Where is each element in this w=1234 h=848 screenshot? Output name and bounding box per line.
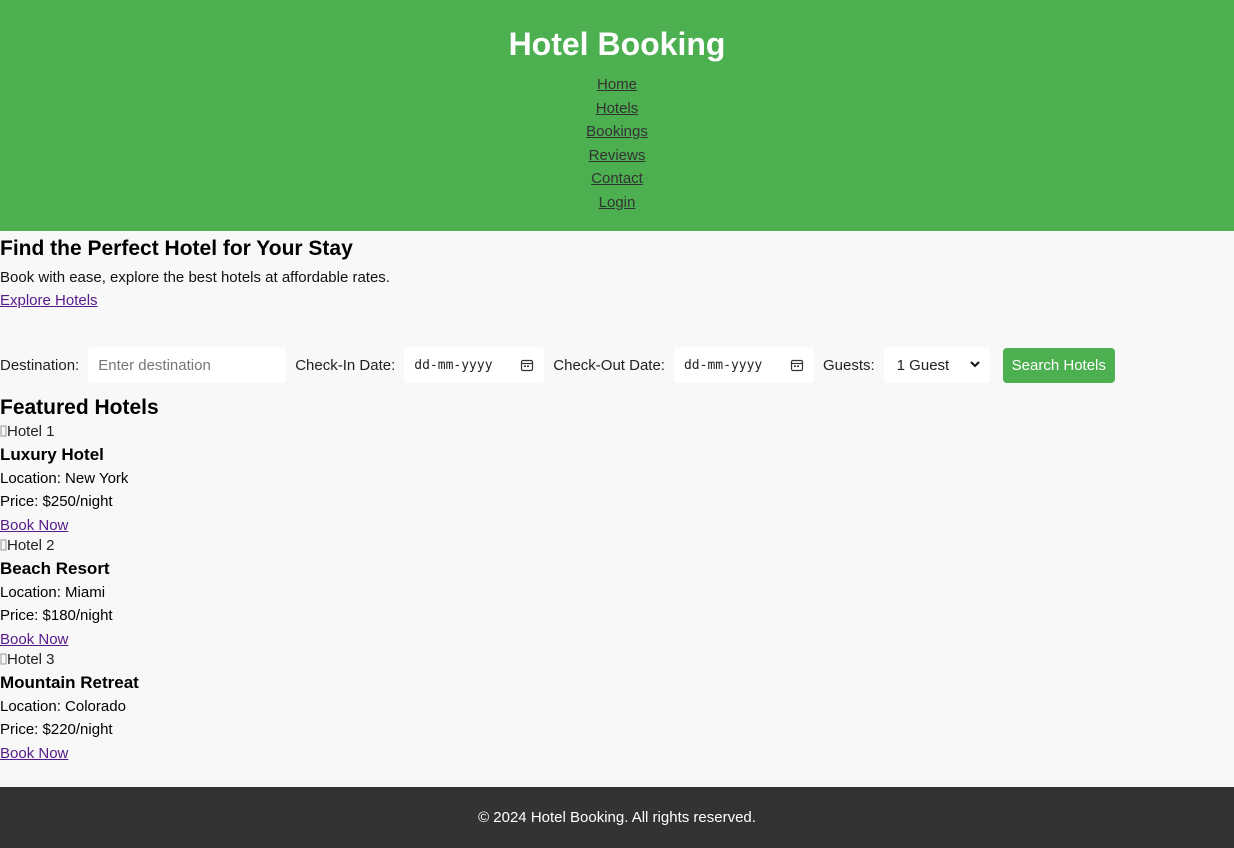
- calendar-icon[interactable]: [790, 358, 804, 372]
- hotel-location: Location: Colorado: [0, 698, 126, 715]
- site-footer: © 2024 Hotel Booking. All rights reserve…: [0, 787, 1234, 848]
- main-nav: Home Hotels Bookings Reviews Contact Log…: [0, 73, 1234, 214]
- checkout-date-input[interactable]: dd-mm-yyyy: [673, 347, 814, 383]
- hotel-image-alt: Hotel 2: [7, 536, 55, 554]
- checkin-date-input[interactable]: dd-mm-yyyy: [404, 347, 545, 383]
- checkin-label: Check-In Date:: [295, 356, 396, 374]
- hotel-location: Location: Miami: [0, 584, 106, 601]
- featured-hotels-section: Featured Hotels Hotel 1 Luxury Hotel Loc…: [0, 395, 1234, 762]
- hotel-location: Location: New York: [0, 470, 129, 487]
- guests-select[interactable]: 1 Guest: [883, 347, 990, 383]
- hero-heading: Find the Perfect Hotel for Your Stay: [0, 237, 353, 260]
- footer-copyright: © 2024 Hotel Booking. All rights reserve…: [478, 809, 756, 826]
- search-form: Destination: Check-In Date: dd-mm-yyyy C…: [0, 347, 1234, 383]
- book-now-link[interactable]: Book Now: [0, 517, 1234, 534]
- broken-image-icon: [0, 651, 7, 667]
- hotel-name: Luxury Hotel: [0, 445, 104, 464]
- nav-link-bookings[interactable]: Bookings: [0, 120, 1234, 144]
- destination-input[interactable]: [88, 347, 287, 383]
- hotel-price: Price: $180/night: [0, 607, 113, 624]
- checkout-label: Check-Out Date:: [553, 356, 665, 374]
- hotel-card: Hotel 3 Mountain Retreat Location: Color…: [0, 648, 1234, 763]
- nav-link-login[interactable]: Login: [0, 191, 1234, 215]
- nav-link-home[interactable]: Home: [0, 73, 1234, 97]
- hotel-price: Price: $250/night: [0, 493, 113, 510]
- hotel-price: Price: $220/night: [0, 721, 113, 738]
- featured-heading: Featured Hotels: [0, 396, 159, 419]
- checkout-date-value: dd-mm-yyyy: [683, 357, 763, 373]
- hotel-card: Hotel 1 Luxury Hotel Location: New York …: [0, 420, 1234, 535]
- site-header: Hotel Booking Home Hotels Bookings Revie…: [0, 0, 1234, 231]
- hotel-image-alt: Hotel 3: [7, 650, 55, 668]
- guests-label: Guests:: [822, 356, 875, 374]
- hero-section: Find the Perfect Hotel for Your Stay Boo…: [0, 231, 1234, 310]
- hotel-image: Hotel 1: [0, 420, 1234, 442]
- hero-subtitle: Book with ease, explore the best hotels …: [0, 269, 390, 286]
- guests-select-value: 1 Guest: [896, 356, 950, 374]
- site-title: Hotel Booking: [508, 26, 726, 62]
- destination-label: Destination:: [0, 356, 80, 374]
- chevron-down-icon: [969, 359, 980, 371]
- nav-link-hotels[interactable]: Hotels: [0, 97, 1234, 121]
- main-content: Find the Perfect Hotel for Your Stay Boo…: [0, 231, 1234, 762]
- hotel-image: Hotel 2: [0, 534, 1234, 556]
- book-now-link[interactable]: Book Now: [0, 745, 1234, 762]
- hotel-card: Hotel 2 Beach Resort Location: Miami Pri…: [0, 534, 1234, 649]
- hotel-name: Mountain Retreat: [0, 673, 139, 692]
- broken-image-icon: [0, 537, 7, 553]
- explore-hotels-link[interactable]: Explore Hotels: [0, 292, 1234, 310]
- search-hotels-button[interactable]: Search Hotels: [1002, 347, 1115, 383]
- nav-link-contact[interactable]: Contact: [0, 167, 1234, 191]
- hotel-image-alt: Hotel 1: [7, 422, 55, 440]
- checkin-date-value: dd-mm-yyyy: [414, 357, 493, 373]
- book-now-link[interactable]: Book Now: [0, 631, 1234, 648]
- hotel-name: Beach Resort: [0, 559, 110, 578]
- broken-image-icon: [0, 423, 7, 439]
- nav-link-reviews[interactable]: Reviews: [0, 144, 1234, 168]
- hotel-image: Hotel 3: [0, 648, 1234, 670]
- calendar-icon[interactable]: [520, 358, 534, 372]
